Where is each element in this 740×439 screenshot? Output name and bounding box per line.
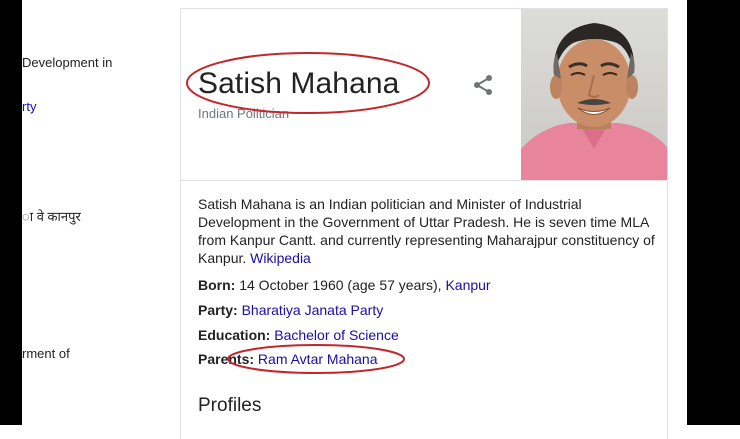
share-icon[interactable] [471,73,495,97]
education-link[interactable]: Bachelor of Science [274,327,399,343]
entity-subtitle: Indian Politician [198,106,290,121]
fact-label: Education: [198,327,271,343]
left-result-link-fragment[interactable]: rty [22,99,36,114]
left-black-border [0,0,22,425]
party-link[interactable]: Bharatiya Janata Party [242,302,384,318]
left-result-fragment: rment of [22,346,70,361]
fact-label: Party: [198,302,238,318]
fact-born: Born: 14 October 1960 (age 57 years), Ka… [198,277,491,293]
panel-header: Satish Mahana Indian Politician [181,9,521,180]
panel-divider [181,180,667,181]
fact-value: 14 October 1960 (age 57 years), [239,277,442,293]
left-result-fragment: Development in [22,55,113,70]
right-black-border [687,0,740,425]
portrait-photo[interactable] [521,9,667,180]
born-place-link[interactable]: Kanpur [445,277,490,293]
knowledge-panel: Satish Mahana Indian Politician Satish M… [180,8,668,439]
wikipedia-link[interactable]: Wikipedia [250,250,311,266]
profiles-heading: Profiles [198,395,262,416]
entity-title: Satish Mahana [198,67,400,100]
entity-description: Satish Mahana is an Indian politician an… [198,195,658,267]
parents-link[interactable]: Ram Avtar Mahana [258,351,378,367]
fact-label: Parents: [198,351,255,367]
fact-label: Born: [198,277,236,293]
left-result-fragment: ा वे कानपुर [22,209,81,224]
fact-party: Party: Bharatiya Janata Party [198,302,383,318]
fact-parents: Parents: Ram Avtar Mahana [198,351,378,367]
fact-education: Education: Bachelor of Science [198,327,399,343]
